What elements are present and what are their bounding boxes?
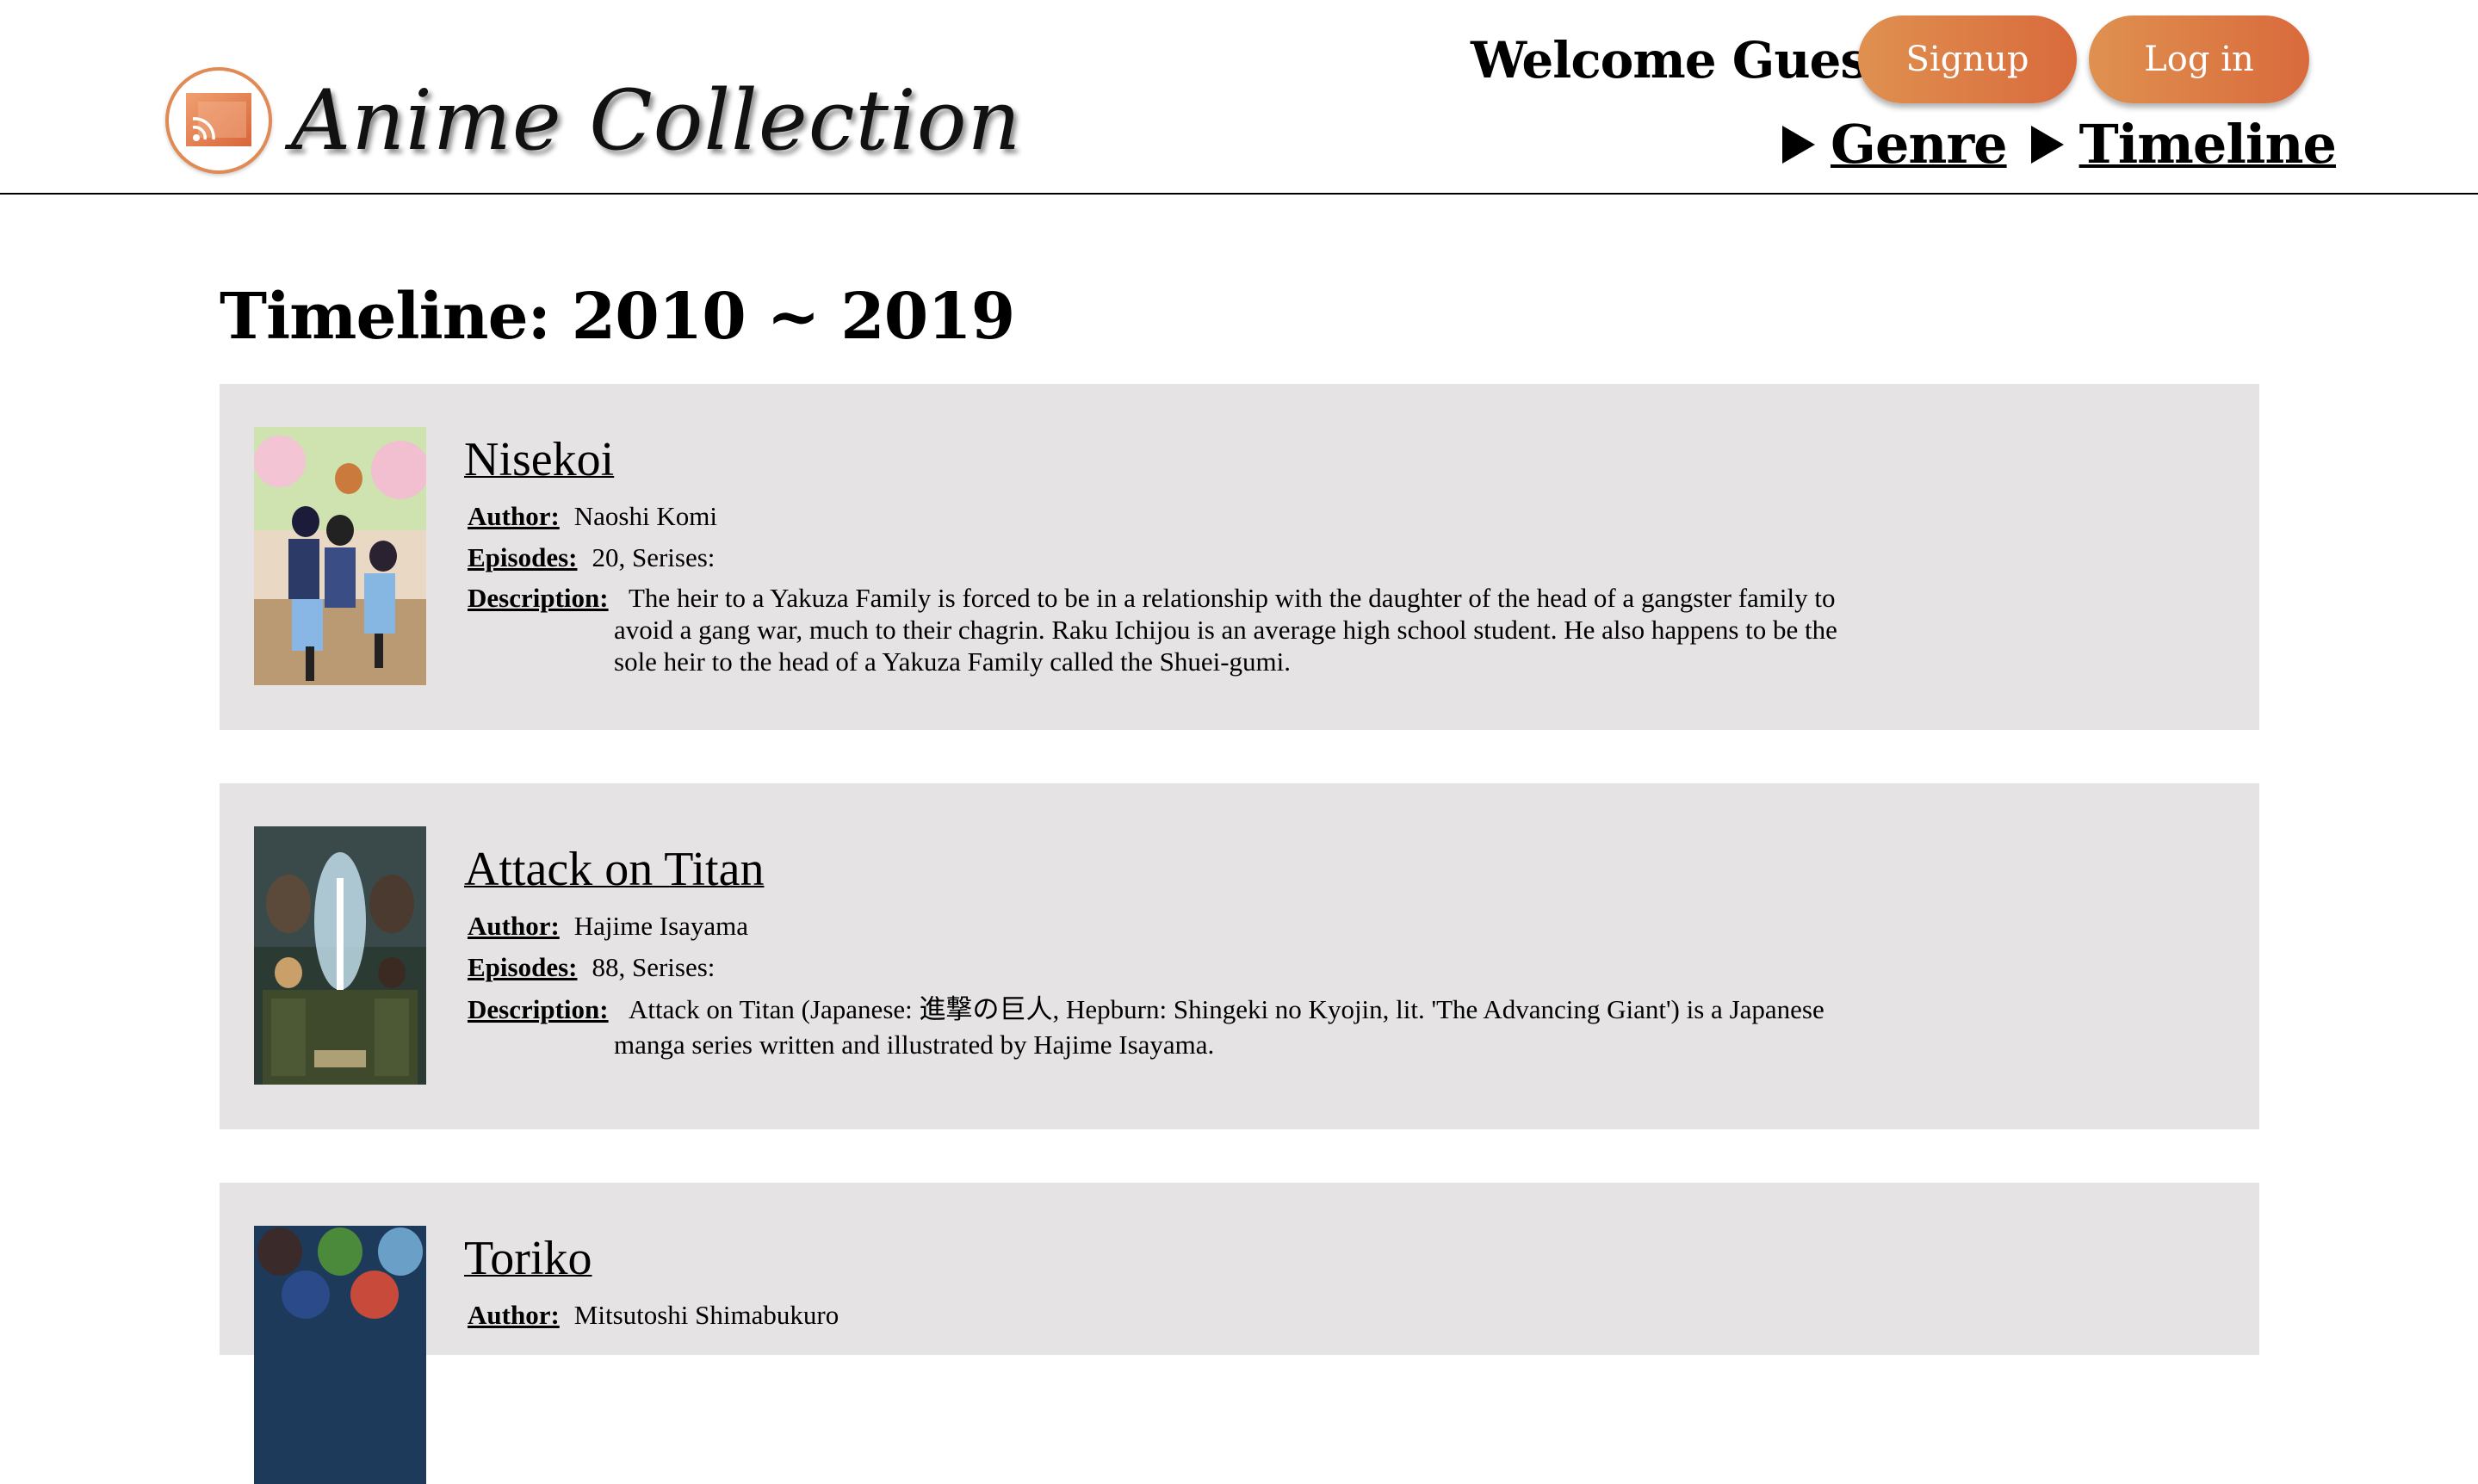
main-nav: Genre Timeline (1782, 110, 2337, 179)
episodes-row: Episodes: 20, Serises: (468, 541, 2103, 575)
anime-cover-image[interactable] (254, 826, 426, 1085)
anime-card: Attack on Titan Author: Hajime Isayama E… (220, 783, 2259, 1129)
author-value: Hajime Isayama (573, 911, 749, 941)
nav-link-timeline[interactable]: Timeline (2079, 110, 2337, 179)
anime-title-link[interactable]: Attack on Titan (464, 837, 764, 902)
episodes-label: Episodes: (468, 952, 578, 982)
anime-title-link[interactable]: Toriko (464, 1226, 592, 1291)
description-label: Description: (468, 994, 609, 1024)
triangle-right-icon (1782, 126, 1815, 164)
anime-info: Nisekoi Author: Naoshi Komi Episodes: 20… (464, 427, 2103, 677)
anime-info: Attack on Titan Author: Hajime Isayama E… (464, 837, 2103, 1062)
description-row: Description: Attack on Titan (Japanese: … (468, 992, 2103, 1062)
nav-item-timeline[interactable]: Timeline (2030, 110, 2337, 179)
description-label: Description: (468, 583, 609, 613)
nav-item-genre[interactable]: Genre (1782, 110, 2008, 179)
author-value: Naoshi Komi (573, 501, 717, 531)
author-row: Author: Naoshi Komi (468, 499, 2103, 534)
welcome-text: Welcome Guest (1471, 31, 1891, 90)
author-label: Author: (468, 1300, 560, 1330)
episodes-value: 20, Serises: (592, 542, 716, 572)
author-label: Author: (468, 501, 560, 531)
anime-cover-image[interactable] (254, 427, 426, 685)
episodes-label: Episodes: (468, 542, 578, 572)
site-title[interactable]: Anime Collection (291, 79, 1021, 162)
author-row: Author: Hajime Isayama (468, 909, 2103, 943)
rss-screen-icon (165, 67, 272, 174)
anime-card: Nisekoi Author: Naoshi Komi Episodes: 20… (220, 384, 2259, 730)
site-header: Anime Collection Welcome Guest Signup Lo… (0, 0, 2478, 195)
description-value: Attack on Titan (Japanese: 進撃の巨人, Hepbur… (614, 994, 1824, 1060)
anime-info: Toriko Author: Mitsutoshi Shimabukuro (464, 1226, 2103, 1333)
logo[interactable]: Anime Collection (165, 67, 1021, 174)
episodes-value: 88, Serises: (592, 952, 716, 982)
login-button[interactable]: Log in (2089, 15, 2309, 103)
description-row: Description: The heir to a Yakuza Family… (468, 582, 2103, 677)
anime-card: Toriko Author: Mitsutoshi Shimabukuro (220, 1183, 2259, 1484)
description-value: The heir to a Yakuza Family is forced to… (614, 583, 1837, 677)
signup-button[interactable]: Signup (1858, 15, 2077, 103)
episodes-row: Episodes: 88, Serises: (468, 950, 2103, 985)
author-value: Mitsutoshi Shimabukuro (573, 1300, 839, 1330)
page-title: Timeline: 2010 ~ 2019 (220, 280, 1015, 354)
anime-title-link[interactable]: Nisekoi (464, 427, 614, 492)
author-row: Author: Mitsutoshi Shimabukuro (468, 1298, 2103, 1333)
author-label: Author: (468, 911, 560, 941)
triangle-right-icon (2030, 126, 2064, 164)
anime-cover-image[interactable] (254, 1226, 426, 1484)
nav-link-genre[interactable]: Genre (1831, 110, 2008, 179)
